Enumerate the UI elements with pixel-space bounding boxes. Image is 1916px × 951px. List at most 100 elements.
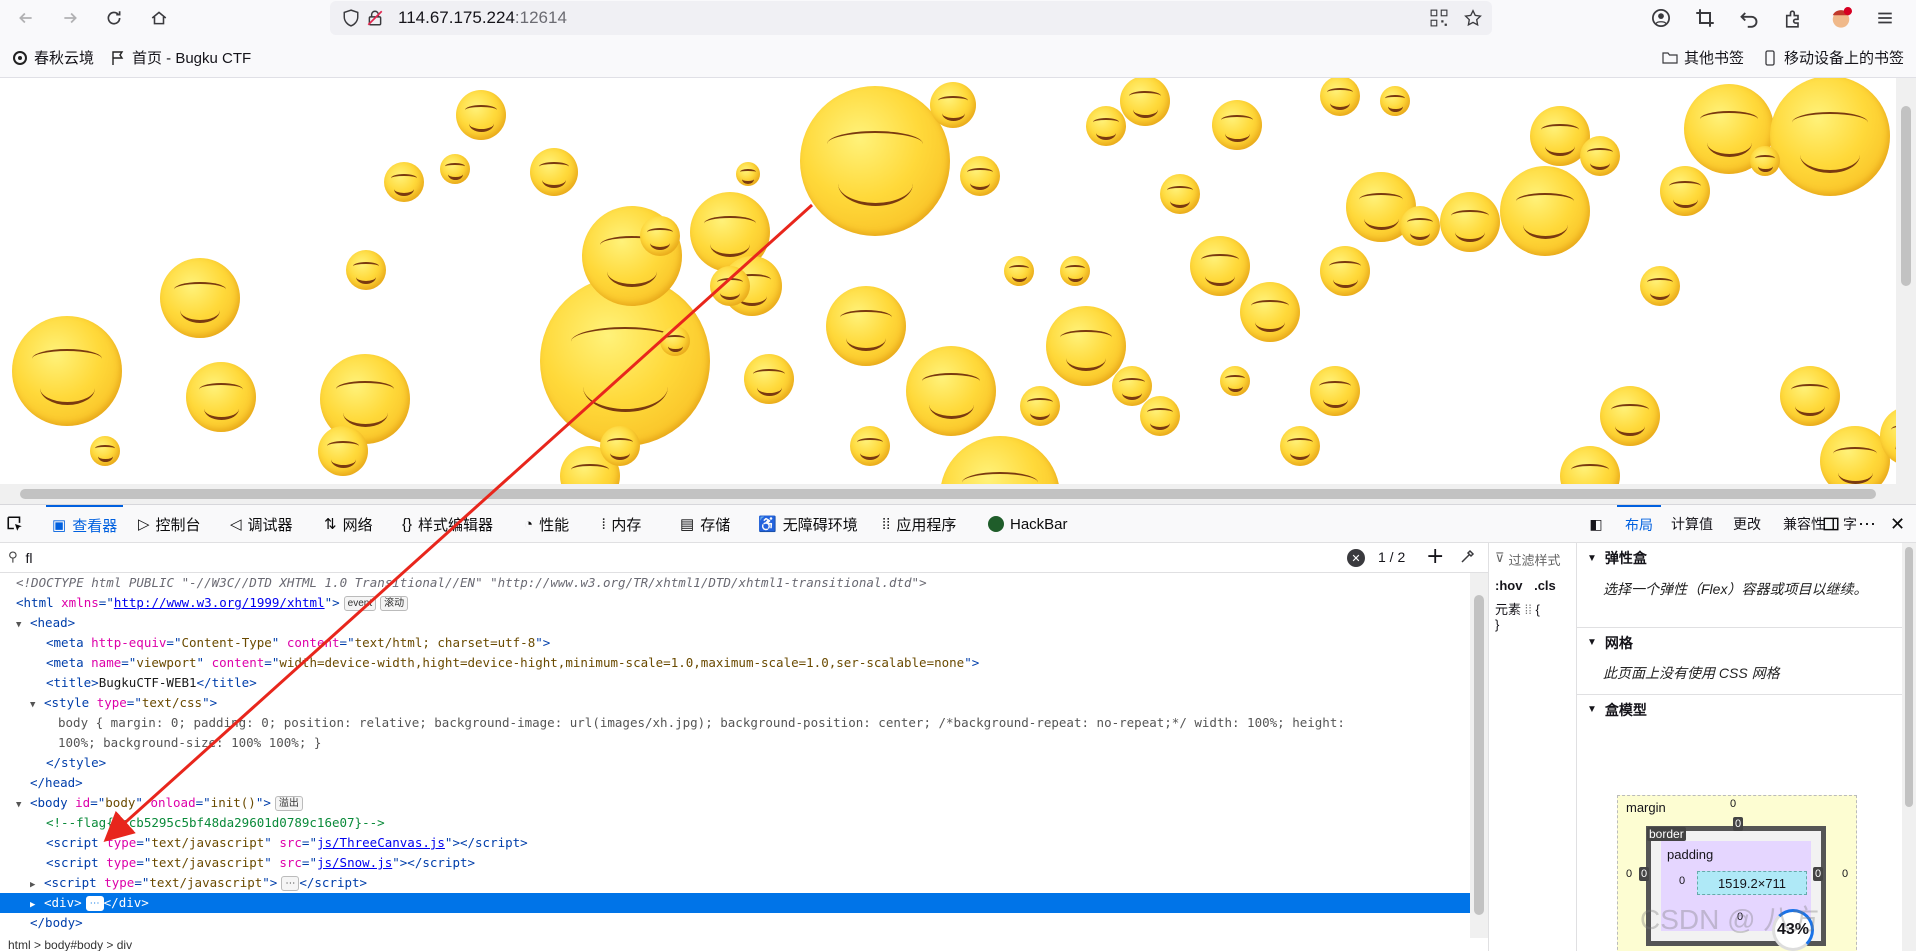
search-input[interactable]: fl	[26, 550, 33, 566]
tab-accessibility[interactable]: ♿ 无障碍环境	[758, 505, 858, 543]
margin-right-value[interactable]: 0	[1842, 868, 1848, 880]
padding-left-value[interactable]: 0	[1679, 875, 1685, 887]
markup-line-html[interactable]: <html xmlns="http://www.w3.org/1999/xhtm…	[0, 593, 1470, 613]
page-horizontal-scrollbar[interactable]	[0, 484, 1916, 504]
clear-search-icon[interactable]: ✕	[1347, 549, 1365, 567]
event-badge[interactable]: event	[343, 596, 377, 611]
url-bar[interactable]: 114.67.175.224:12614	[330, 1, 1492, 35]
bookmark-star-icon[interactable]	[1462, 7, 1484, 29]
markup-line-body-close[interactable]: </body>	[0, 913, 1470, 933]
ellipsis-badge[interactable]: ⋯	[281, 876, 300, 891]
markup-line-head[interactable]: ▼ <head>	[0, 613, 1470, 633]
hov-toggle[interactable]: :hov	[1495, 578, 1522, 593]
element-rule[interactable]: 元素 ⁞⁞ {	[1495, 599, 1540, 618]
account-icon[interactable]	[1648, 5, 1674, 31]
tab-inspector[interactable]: ▣ 查看器	[46, 505, 124, 543]
tab-console[interactable]: ▷ 控制台	[138, 505, 201, 543]
tab-storage[interactable]: ▤ 存储	[680, 505, 730, 543]
script-src-link[interactable]: js/ThreeCanvas.js	[317, 835, 445, 850]
markup-line-doctype[interactable]: <!DOCTYPE html PUBLIC "-//W3C//DTD XHTML…	[0, 573, 1470, 593]
markup-view[interactable]: <!DOCTYPE html PUBLIC "-//W3C//DTD XHTML…	[0, 573, 1470, 938]
home-button[interactable]	[145, 4, 173, 32]
section-grid-header[interactable]: ▼ 网格	[1577, 627, 1916, 657]
scrollbar-thumb[interactable]	[1474, 595, 1484, 915]
forward-button[interactable]	[56, 4, 84, 32]
border-top-value[interactable]: 0	[1733, 817, 1744, 831]
scrollbar-thumb[interactable]	[20, 489, 1876, 499]
breadcrumbs[interactable]: html > body#body > div	[0, 938, 1488, 951]
element-picker-button[interactable]	[6, 505, 24, 543]
markup-line-meta-viewport[interactable]: <meta name="viewport" content="width=dev…	[0, 653, 1470, 673]
collapsed-triangle-icon[interactable]: ▶	[30, 895, 44, 915]
bookmark-item-chunqiu[interactable]: 春秋云境	[12, 47, 94, 68]
toggle-sidebar-icon[interactable]: ◧	[1583, 516, 1609, 533]
markup-line-meta-content-type[interactable]: <meta http-equiv="Content-Type" content=…	[0, 633, 1470, 653]
section-flexbox-header[interactable]: ▼ 弹性盒	[1577, 543, 1916, 573]
markup-line-css-2[interactable]: 100%; background-size: 100% 100%; }	[0, 733, 1470, 753]
tab-memory[interactable]: ⦙ 内存	[602, 505, 641, 543]
bookmark-folder-mobile[interactable]: 移动设备上的书签	[1762, 47, 1904, 68]
bookmark-folder-other[interactable]: 其他书签	[1662, 47, 1744, 68]
border-left-value[interactable]: 0	[1639, 867, 1650, 881]
markup-line-title[interactable]: <title>BugkuCTF-WEB1</title>	[0, 673, 1470, 693]
xmlns-link[interactable]: http://www.w3.org/1999/xhtml	[114, 595, 325, 610]
tab-style-editor[interactable]: {} 样式编辑器	[402, 505, 493, 543]
expand-triangle-icon[interactable]: ▼	[30, 695, 44, 715]
page-vertical-scrollbar[interactable]	[1896, 78, 1916, 484]
padding-bottom-value[interactable]: 0	[1737, 911, 1743, 923]
markup-line-style-close[interactable]: </style>	[0, 753, 1470, 773]
layout-pane-scrollbar[interactable]	[1902, 543, 1916, 951]
scrollbar-thumb[interactable]	[1905, 547, 1913, 807]
extension-avatar-icon[interactable]	[1828, 5, 1854, 31]
tab-computed[interactable]: 计算值	[1671, 514, 1713, 534]
tab-network[interactable]: ⇅ 网络	[324, 505, 373, 543]
collapsed-triangle-icon[interactable]: ▶	[30, 875, 44, 895]
shield-icon[interactable]	[340, 7, 362, 29]
margin-top-value[interactable]: 0	[1730, 798, 1736, 810]
markup-line-div-selected[interactable]: ▶ <div> ⋯ </div>	[0, 893, 1470, 913]
expand-triangle-icon[interactable]: ▼	[16, 795, 30, 815]
tab-application[interactable]: ⁞⁞ 应用程序	[882, 505, 956, 543]
cls-toggle[interactable]: .cls	[1534, 578, 1556, 593]
qr-code-icon[interactable]	[1428, 7, 1450, 29]
web-page-viewport[interactable]	[0, 78, 1896, 484]
ellipsis-badge[interactable]: ⋯	[85, 896, 104, 911]
margin-left-value[interactable]: 0	[1626, 868, 1632, 880]
extensions-icon[interactable]	[1780, 5, 1806, 31]
tab-layout[interactable]: 布局	[1617, 505, 1661, 543]
back-button[interactable]	[12, 4, 40, 32]
section-box-model-header[interactable]: ▼ 盒模型	[1577, 694, 1916, 724]
markup-line-style[interactable]: ▼ <style type="text/css">	[0, 693, 1470, 713]
tab-hackbar[interactable]: HackBar	[988, 505, 1068, 543]
markup-line-script-2[interactable]: <script type="text/javascript" src="js/S…	[0, 853, 1470, 873]
expand-triangle-icon[interactable]: ▼	[16, 615, 30, 635]
overflow-badge[interactable]: 溢出	[274, 796, 303, 811]
filter-styles[interactable]: ⊽ 过滤样式	[1495, 550, 1561, 569]
tab-performance[interactable]: ◔ 性能	[524, 505, 569, 543]
markup-search-bar[interactable]: ⚲ fl ✕ 1 / 2 +	[0, 543, 1488, 573]
scrollbar-thumb[interactable]	[1901, 106, 1911, 286]
markup-line-head-close[interactable]: </head>	[0, 773, 1470, 793]
add-node-button[interactable]: +	[1426, 545, 1444, 569]
markup-line-css-1[interactable]: body { margin: 0; padding: 0; position: …	[0, 713, 1470, 733]
screenshot-crop-icon[interactable]	[1692, 5, 1718, 31]
border-right-value[interactable]: 0	[1813, 867, 1824, 881]
undo-icon[interactable]	[1736, 5, 1762, 31]
reload-button[interactable]	[100, 4, 128, 32]
markup-line-script-1[interactable]: <script type="text/javascript" src="js/T…	[0, 833, 1470, 853]
scroll-badge[interactable]: 滚动	[380, 596, 409, 611]
script-src-link[interactable]: js/Snow.js	[317, 855, 392, 870]
tab-compatibility[interactable]: 兼容性	[1783, 514, 1825, 534]
markup-line-body[interactable]: ▼ <body id="body" onload="init()"> 溢出	[0, 793, 1470, 813]
menu-icon[interactable]	[1872, 5, 1898, 31]
url-text[interactable]: 114.67.175.224:12614	[398, 8, 567, 28]
markup-scrollbar[interactable]	[1470, 573, 1488, 938]
markup-line-flag-comment[interactable]: <!--flag{2ccb5295c5bf48da29601d0789c16e0…	[0, 813, 1470, 833]
tab-debugger[interactable]: ◁ 调试器	[230, 505, 293, 543]
content-size[interactable]: 1519.2×711	[1718, 876, 1786, 891]
insecure-lock-icon[interactable]	[364, 7, 386, 29]
tab-fonts[interactable]: 字	[1843, 514, 1857, 534]
eyedropper-icon[interactable]	[1460, 548, 1476, 568]
bookmark-item-bugku[interactable]: 首页 - Bugku CTF	[110, 47, 251, 68]
markup-line-script-3[interactable]: ▶ <script type="text/javascript"> ⋯ </scrip…	[0, 873, 1470, 893]
